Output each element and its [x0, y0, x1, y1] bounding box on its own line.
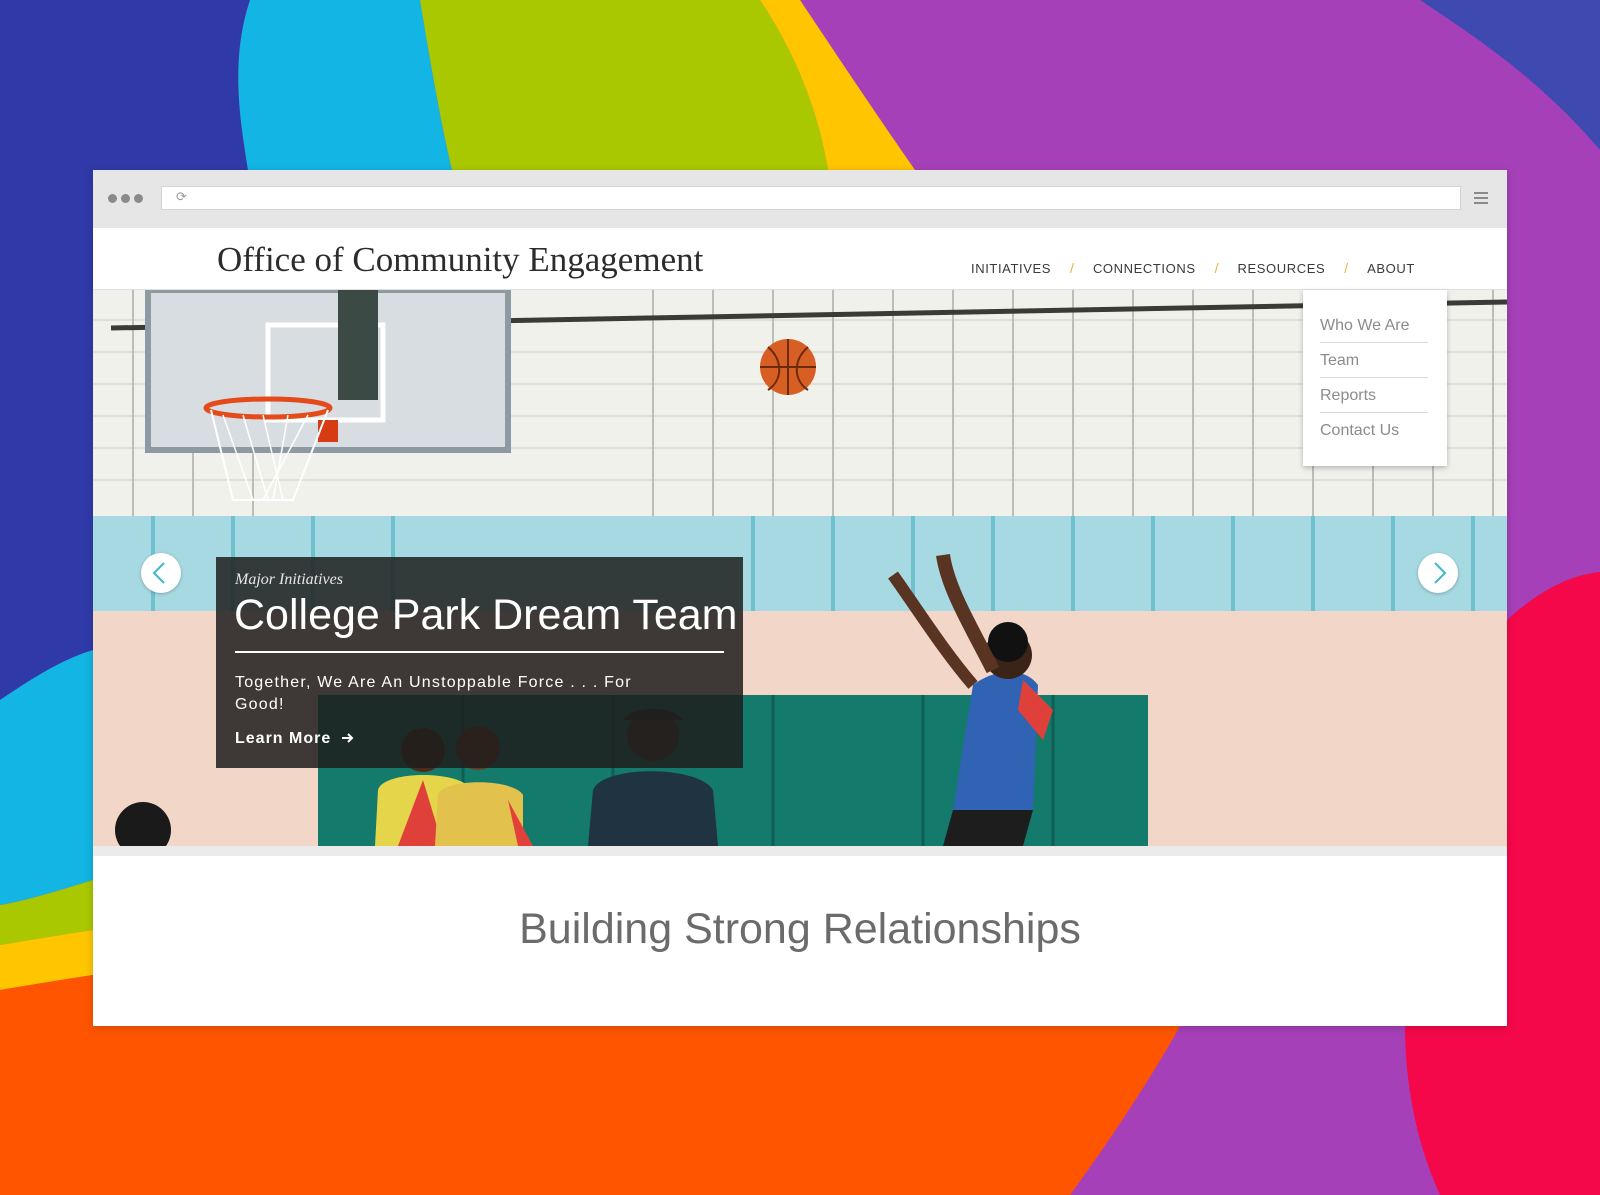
hero-eyebrow: Major Initiatives: [235, 571, 343, 588]
arrow-right-icon: [341, 733, 354, 743]
carousel-next-button[interactable]: [1418, 553, 1458, 593]
window-dot[interactable]: [108, 194, 117, 203]
nav-separator: /: [1214, 260, 1219, 276]
site-header: Office of Community Engagement INITIATIV…: [93, 228, 1507, 290]
nav-item-initiatives[interactable]: INITIATIVES: [971, 261, 1051, 276]
nav-separator: /: [1070, 260, 1074, 276]
browser-toolbar: ⟳: [93, 170, 1507, 228]
site-title[interactable]: Office of Community Engagement: [217, 240, 703, 280]
carousel-prev-button[interactable]: [141, 553, 181, 593]
dropdown-item-team[interactable]: Team: [1320, 343, 1428, 378]
window-controls[interactable]: [108, 194, 143, 203]
hero-divider: [235, 651, 724, 653]
window-dot[interactable]: [121, 194, 130, 203]
main-nav: INITIATIVES / CONNECTIONS / RESOURCES / …: [971, 260, 1415, 276]
hero-bottom-bar: [93, 846, 1507, 856]
browser-window: ⟳ Office of Community Engagement INITIAT…: [93, 170, 1507, 1026]
nav-item-resources[interactable]: RESOURCES: [1238, 261, 1326, 276]
hamburger-menu-icon[interactable]: [1474, 192, 1488, 207]
section-heading: Building Strong Relationships: [519, 905, 1081, 953]
window-dot[interactable]: [134, 194, 143, 203]
hero-caption-box: Major Initiatives College Park Dream Tea…: [216, 557, 743, 768]
nav-separator: /: [1344, 260, 1349, 276]
nav-item-connections[interactable]: CONNECTIONS: [1093, 261, 1196, 276]
chevron-left-icon: [152, 562, 165, 584]
dropdown-item-reports[interactable]: Reports: [1320, 378, 1428, 413]
about-dropdown-menu: Who We Are Team Reports Contact Us: [1303, 290, 1447, 466]
nav-item-about[interactable]: ABOUT: [1367, 261, 1415, 276]
reload-icon[interactable]: ⟳: [176, 190, 187, 205]
hero-description: Together, We Are An Unstoppable Force . …: [235, 674, 632, 713]
dropdown-item-who-we-are[interactable]: Who We Are: [1320, 308, 1428, 343]
hero-title: College Park Dream Team: [234, 591, 738, 639]
learn-more-link[interactable]: Learn More: [235, 730, 355, 748]
address-bar[interactable]: ⟳: [161, 186, 1461, 210]
dropdown-item-contact-us[interactable]: Contact Us: [1320, 413, 1428, 448]
chevron-right-icon: [1434, 562, 1447, 584]
learn-more-label[interactable]: Learn More: [235, 730, 331, 747]
